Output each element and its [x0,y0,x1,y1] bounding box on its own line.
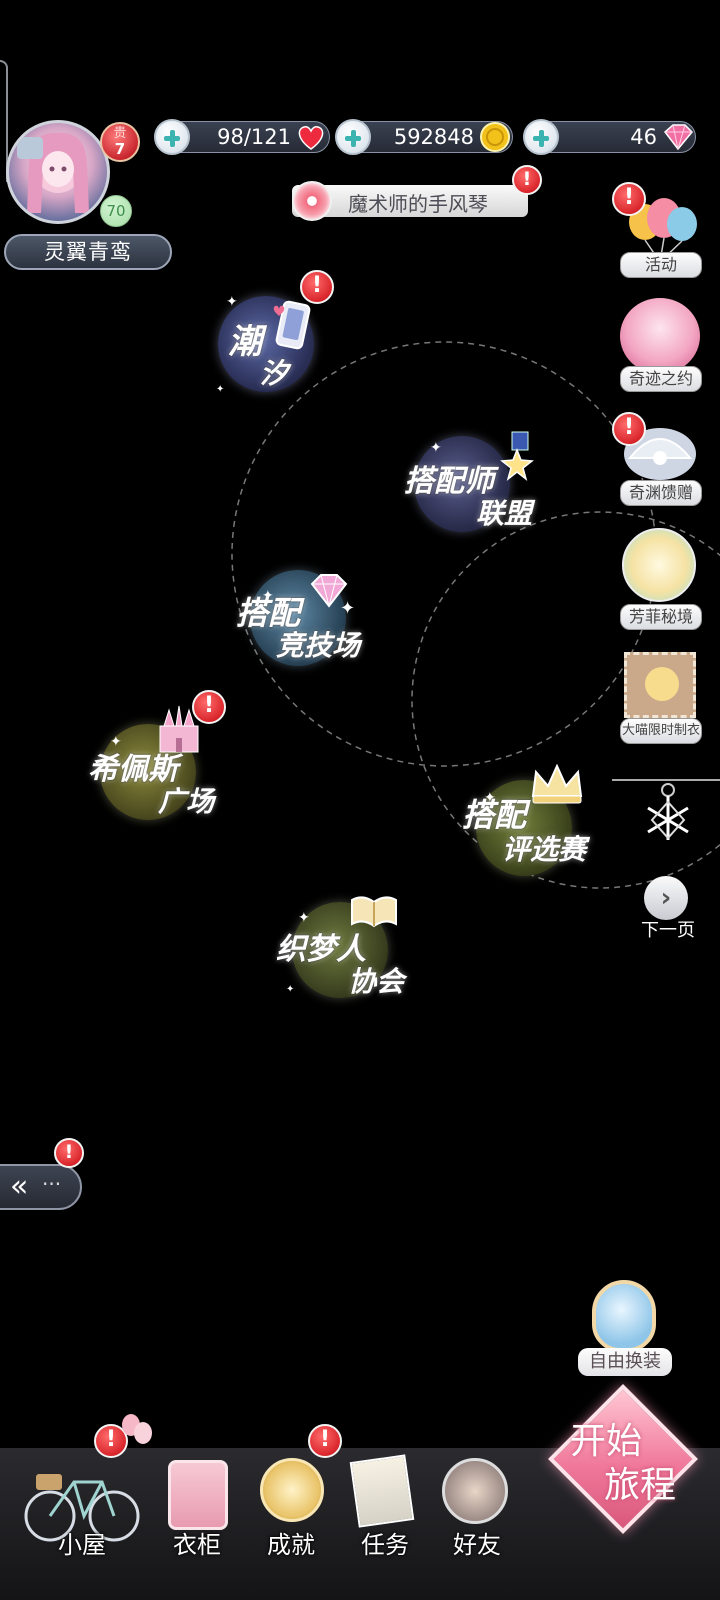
side-menu-fangfei-realm[interactable]: 芳菲秘境 [620,528,702,630]
girl-cat-icon [620,298,700,374]
free-dress-up-button[interactable]: 自由换装 [570,1268,680,1378]
butterfly-icon [622,528,696,602]
badge-icon [500,431,534,481]
side-menu-meow-tailoring-label: 大喵限时制衣 [620,718,702,744]
task-icon [349,1454,415,1528]
sparkle-icon: ✦ [484,790,496,806]
crown-icon [531,764,583,804]
phone-icon [273,300,311,350]
arena-label-2: 竞技场 [276,629,361,662]
chevron-right-icon: › [644,876,688,920]
nav-cabin-label: 小屋 [58,1531,106,1559]
nav-wardrobe-label: 衣柜 [173,1531,221,1559]
chaoxi-label-1: 潮 [228,322,262,362]
contest-label-2: 评选赛 [502,833,587,866]
sparkle-icon: ✦ [430,440,442,456]
sparkle-icon: ✦ [226,294,238,310]
hippeas-alert-icon: ! [192,690,226,724]
hippeas-label-2: 广场 [158,785,215,818]
next-page-label: 下一页 [641,920,695,941]
sparkle-icon: ✦ [298,910,310,926]
wardrobe-icon [168,1460,228,1530]
side-menu-fangfei-realm-label: 芳菲秘境 [620,604,702,630]
stylist-league-label-2: 联盟 [476,497,533,530]
next-page-button[interactable]: › 下一页 [630,876,706,941]
nav-achievement[interactable]: 成就 [246,1448,336,1568]
achievement-alert-icon: ! [308,1424,342,1458]
chaoxi-alert-icon: ! [300,270,334,304]
side-menu-meow-tailoring[interactable]: 大喵限时制衣 [620,652,702,744]
friends-icon [442,1458,508,1524]
sparkle-icon: ✦ [286,984,295,995]
free-dress-up-label: 自由换装 [578,1348,672,1376]
side-menu-activity-label: 活动 [620,252,702,278]
nav-friends[interactable]: 好友 [432,1448,522,1568]
sparkle-icon: ✦ [110,734,122,750]
expand-left-panel-button[interactable]: « ··· [0,1164,82,1210]
sparkle-icon: ✦ [262,588,274,604]
nav-cabin[interactable]: 小屋 [22,1448,142,1568]
side-menu-miracle-date-label: 奇迹之约 [620,366,702,392]
sparkle-icon: ✦ [340,598,356,619]
nav-wardrobe[interactable]: 衣柜 [152,1448,242,1568]
chaoxi-label-2: 汐 [260,357,289,390]
nav-achievement-label: 成就 [267,1531,315,1559]
side-menu-miracle-date[interactable]: 奇迹之约 [620,298,702,392]
abyss-gift-alert-icon: ! [612,412,646,446]
more-dots-icon: ··· [42,1172,62,1196]
achievement-medal-icon [260,1458,324,1522]
cat-stamp-icon [624,652,696,718]
sparkle-icon: ✦ [216,384,225,395]
start-journey-button[interactable]: 开始 旅程 [548,1384,698,1534]
side-menu-abyss-gift-label: 奇渊馈赠 [620,480,702,506]
double-chevron-left-icon: « [10,1169,29,1204]
dreamweaver-label-2: 协会 [348,965,405,998]
nav-tasks-label: 任务 [361,1531,409,1559]
start-journey-label-2: 旅程 [604,1465,677,1506]
map-node-chaoxi[interactable]: 潮 汐 [218,296,314,392]
left-panel-alert-icon: ! [54,1138,84,1168]
nav-tasks[interactable]: 任务 [340,1448,430,1568]
map-node-arena[interactable]: 搭配 竞技场 [236,570,360,666]
mirror-icon [592,1280,656,1352]
nav-friends-label: 好友 [453,1531,501,1559]
snowflake-ornament-icon [640,782,696,846]
map-node-stylist-league[interactable]: 搭配师 联盟 [404,431,534,532]
balloons-icon [116,1414,156,1454]
activity-alert-icon: ! [612,182,646,216]
